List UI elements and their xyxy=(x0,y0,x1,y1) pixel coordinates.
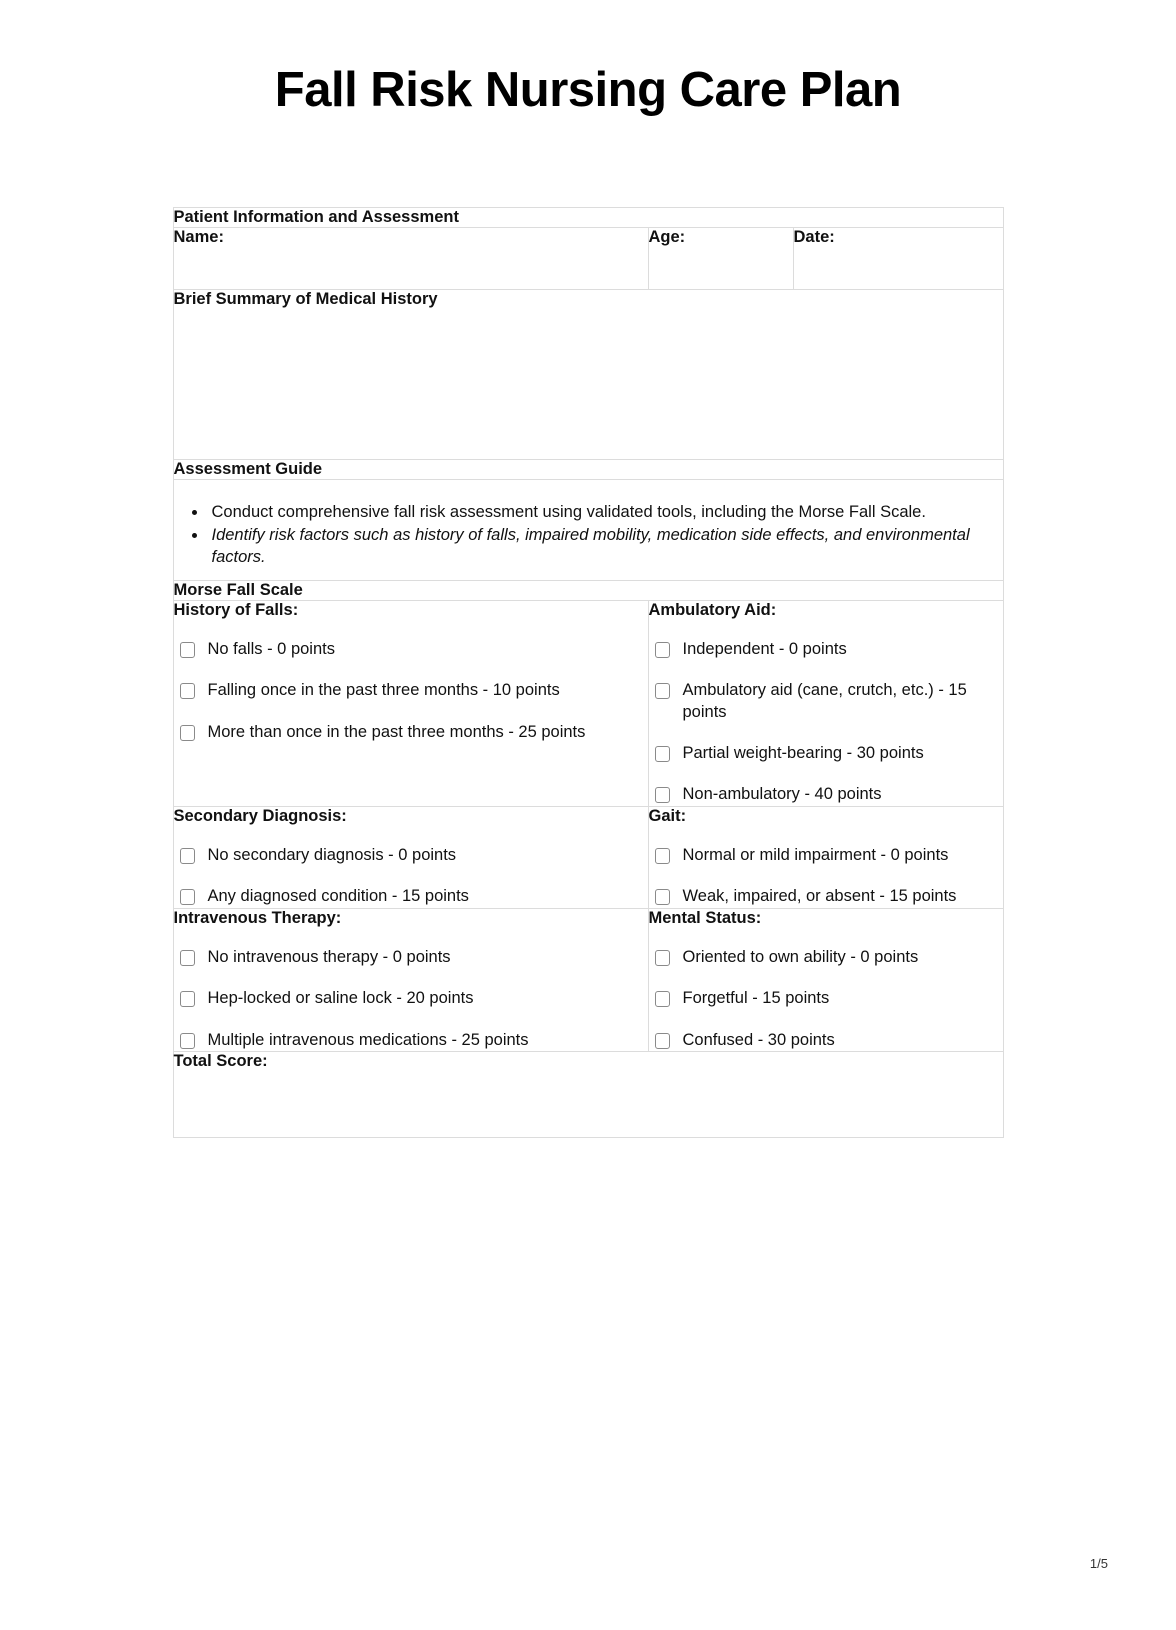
option-label: Forgetful - 15 points xyxy=(682,989,830,1008)
checkbox-option[interactable]: No secondary diagnosis - 0 points xyxy=(174,845,648,866)
assessment-guide-cell: Conduct comprehensive fall risk assessme… xyxy=(172,479,1004,581)
option-label: Hep-locked or saline lock - 20 points xyxy=(207,989,474,1008)
document-page: Fall Risk Nursing Care Plan Patient Info… xyxy=(0,0,1176,1630)
morse-group-row: Secondary Diagnosis: No secondary diagno… xyxy=(172,805,1004,909)
option-label: Non-ambulatory - 40 points xyxy=(682,785,882,804)
checkbox-icon[interactable] xyxy=(179,991,195,1008)
checkbox-option[interactable]: Ambulatory aid (cane, crutch, etc.) - 15… xyxy=(649,680,1003,723)
checkbox-option[interactable]: Any diagnosed condition - 15 points xyxy=(174,886,648,907)
option-label: No falls - 0 points xyxy=(207,639,335,658)
checkbox-icon[interactable] xyxy=(654,641,670,658)
checkbox-option[interactable]: Partial weight-bearing - 30 points xyxy=(649,743,1003,764)
checkbox-option[interactable]: More than once in the past three months … xyxy=(174,722,648,743)
morse-scale-heading-row: Morse Fall Scale xyxy=(172,579,1004,601)
group-title: Gait: xyxy=(648,806,687,825)
group-mental-status: Mental Status: Oriented to own ability -… xyxy=(647,907,1004,1053)
group-intravenous-therapy: Intravenous Therapy: No intravenous ther… xyxy=(172,907,649,1053)
age-field-cell[interactable]: Age: xyxy=(647,227,794,291)
guide-bullet: Conduct comprehensive fall risk assessme… xyxy=(208,502,1003,524)
option-label: Falling once in the past three months - … xyxy=(207,681,560,700)
checkbox-icon[interactable] xyxy=(654,991,670,1008)
page-title: Fall Risk Nursing Care Plan xyxy=(274,63,902,117)
checkbox-option[interactable]: Forgetful - 15 points xyxy=(649,988,1003,1009)
option-label: Oriented to own ability - 0 points xyxy=(682,947,919,966)
option-label: No secondary diagnosis - 0 points xyxy=(207,845,457,864)
checkbox-option[interactable]: No falls - 0 points xyxy=(174,639,648,660)
option-label: Multiple intravenous medications - 25 po… xyxy=(207,1030,529,1049)
date-field-cell[interactable]: Date: xyxy=(792,227,1004,291)
guide-bullet: Identify risk factors such as history of… xyxy=(208,525,1003,569)
checkbox-icon[interactable] xyxy=(179,1032,195,1049)
checkbox-icon[interactable] xyxy=(179,949,195,966)
total-score-row: Total Score: xyxy=(172,1051,1004,1139)
checkbox-option[interactable]: Weak, impaired, or absent - 15 points xyxy=(649,886,1003,907)
name-field-cell[interactable]: Name: xyxy=(172,227,649,291)
option-label: No intravenous therapy - 0 points xyxy=(207,947,451,966)
group-history-of-falls: History of Falls: No falls - 0 points Fa… xyxy=(172,599,649,807)
care-plan-form-table: Patient Information and Assessment Name:… xyxy=(172,207,1004,1139)
checkbox-icon[interactable] xyxy=(654,847,670,864)
group-secondary-diagnosis: Secondary Diagnosis: No secondary diagno… xyxy=(172,805,649,909)
checkbox-option[interactable]: Hep-locked or saline lock - 20 points xyxy=(174,988,648,1009)
age-label: Age: xyxy=(648,228,686,247)
option-label: Independent - 0 points xyxy=(682,639,847,658)
group-title: Mental Status: xyxy=(648,908,762,927)
morse-group-row: Intravenous Therapy: No intravenous ther… xyxy=(172,907,1004,1053)
checkbox-icon[interactable] xyxy=(179,683,195,700)
checkbox-option[interactable]: Falling once in the past three months - … xyxy=(174,680,648,701)
assessment-guide-body-row: Conduct comprehensive fall risk assessme… xyxy=(172,479,1004,581)
checkbox-option[interactable]: Independent - 0 points xyxy=(649,639,1003,660)
checkbox-option[interactable]: Multiple intravenous medications - 25 po… xyxy=(174,1030,648,1051)
option-label: Weak, impaired, or absent - 15 points xyxy=(682,887,957,906)
checkbox-icon[interactable] xyxy=(179,847,195,864)
checkbox-icon[interactable] xyxy=(654,787,670,804)
checkbox-option[interactable]: Normal or mild impairment - 0 points xyxy=(649,845,1003,866)
group-title: Secondary Diagnosis: xyxy=(173,806,347,825)
group-gait: Gait: Normal or mild impairment - 0 poin… xyxy=(647,805,1004,909)
checkbox-option[interactable]: No intravenous therapy - 0 points xyxy=(174,947,648,968)
assessment-guide-list: Conduct comprehensive fall risk assessme… xyxy=(174,480,1003,579)
group-title: History of Falls: xyxy=(173,600,299,619)
checkbox-icon[interactable] xyxy=(179,889,195,906)
page-number: 1/5 xyxy=(1089,1556,1108,1571)
checkbox-icon[interactable] xyxy=(654,745,670,762)
checkbox-option[interactable]: Non-ambulatory - 40 points xyxy=(649,784,1003,805)
checkbox-icon[interactable] xyxy=(179,724,195,741)
option-label: More than once in the past three months … xyxy=(207,722,586,741)
morse-scale-heading: Morse Fall Scale xyxy=(172,579,1004,601)
name-label: Name: xyxy=(173,228,224,247)
checkbox-icon[interactable] xyxy=(654,1032,670,1049)
patient-info-heading-row: Patient Information and Assessment xyxy=(172,207,1004,229)
option-label: Confused - 30 points xyxy=(682,1030,835,1049)
checkbox-option[interactable]: Confused - 30 points xyxy=(649,1030,1003,1051)
group-ambulatory-aid: Ambulatory Aid: Independent - 0 points A… xyxy=(647,599,1004,807)
medical-history-cell[interactable]: Brief Summary of Medical History xyxy=(172,289,1004,461)
total-score-label: Total Score: xyxy=(173,1052,268,1071)
medical-history-row: Brief Summary of Medical History xyxy=(172,289,1004,461)
checkbox-icon[interactable] xyxy=(654,889,670,906)
date-label: Date: xyxy=(793,228,835,247)
option-label: Partial weight-bearing - 30 points xyxy=(682,743,924,762)
option-label: Normal or mild impairment - 0 points xyxy=(682,845,949,864)
total-score-cell[interactable]: Total Score: xyxy=(172,1051,1004,1139)
group-title: Intravenous Therapy: xyxy=(173,908,342,927)
assessment-guide-heading-row: Assessment Guide xyxy=(172,459,1004,481)
checkbox-icon[interactable] xyxy=(654,949,670,966)
option-label: Ambulatory aid (cane, crutch, etc.) - 15… xyxy=(682,681,967,721)
checkbox-option[interactable]: Oriented to own ability - 0 points xyxy=(649,947,1003,968)
group-title: Ambulatory Aid: xyxy=(648,600,777,619)
checkbox-icon[interactable] xyxy=(179,641,195,658)
patient-info-heading: Patient Information and Assessment xyxy=(172,207,1004,229)
assessment-guide-heading: Assessment Guide xyxy=(172,459,1004,481)
option-label: Any diagnosed condition - 15 points xyxy=(207,887,469,906)
morse-group-row: History of Falls: No falls - 0 points Fa… xyxy=(172,599,1004,807)
patient-fields-row: Name: Age: Date: xyxy=(172,227,1004,291)
checkbox-icon[interactable] xyxy=(654,683,670,700)
medical-history-heading: Brief Summary of Medical History xyxy=(173,290,438,309)
